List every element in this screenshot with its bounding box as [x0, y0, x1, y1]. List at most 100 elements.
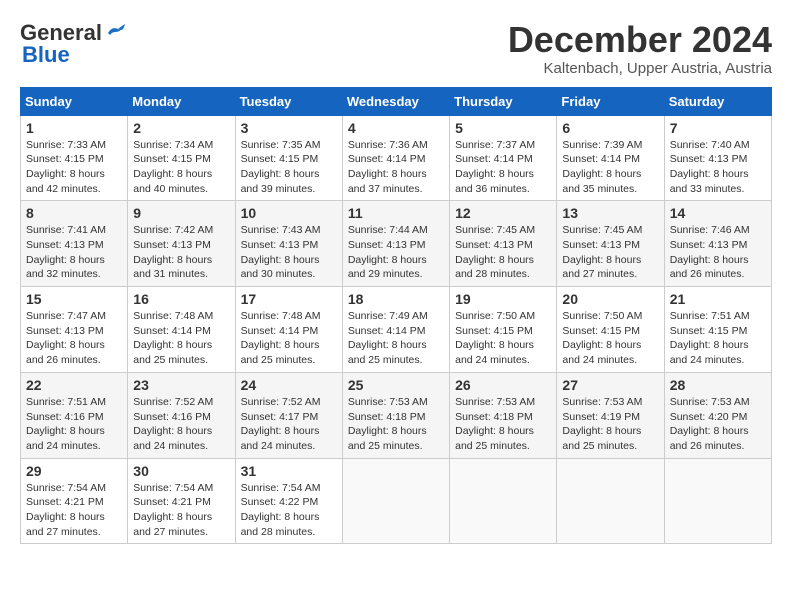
day-info: Sunrise: 7:53 AM Sunset: 4:18 PM Dayligh…	[348, 395, 444, 454]
calendar-cell: 18 Sunrise: 7:49 AM Sunset: 4:14 PM Dayl…	[342, 287, 449, 373]
day-info: Sunrise: 7:42 AM Sunset: 4:13 PM Dayligh…	[133, 223, 229, 282]
weekday-header-saturday: Saturday	[664, 87, 771, 115]
calendar-cell	[664, 458, 771, 544]
calendar-cell	[557, 458, 664, 544]
day-info: Sunrise: 7:54 AM Sunset: 4:22 PM Dayligh…	[241, 481, 337, 540]
day-number: 10	[241, 205, 337, 221]
day-number: 6	[562, 120, 658, 136]
calendar-table: SundayMondayTuesdayWednesdayThursdayFrid…	[20, 87, 772, 545]
weekday-header-thursday: Thursday	[450, 87, 557, 115]
day-number: 31	[241, 463, 337, 479]
day-number: 25	[348, 377, 444, 393]
calendar-cell: 5 Sunrise: 7:37 AM Sunset: 4:14 PM Dayli…	[450, 115, 557, 201]
week-row-5: 29 Sunrise: 7:54 AM Sunset: 4:21 PM Dayl…	[21, 458, 772, 544]
day-number: 16	[133, 291, 229, 307]
logo: General Blue	[20, 20, 126, 68]
day-info: Sunrise: 7:50 AM Sunset: 4:15 PM Dayligh…	[455, 309, 551, 368]
week-row-4: 22 Sunrise: 7:51 AM Sunset: 4:16 PM Dayl…	[21, 372, 772, 458]
page-header: General Blue December 2024 Kaltenbach, U…	[20, 20, 772, 77]
day-number: 5	[455, 120, 551, 136]
calendar-cell: 29 Sunrise: 7:54 AM Sunset: 4:21 PM Dayl…	[21, 458, 128, 544]
day-info: Sunrise: 7:54 AM Sunset: 4:21 PM Dayligh…	[26, 481, 122, 540]
day-info: Sunrise: 7:37 AM Sunset: 4:14 PM Dayligh…	[455, 138, 551, 197]
day-number: 7	[670, 120, 766, 136]
day-number: 28	[670, 377, 766, 393]
calendar-cell: 26 Sunrise: 7:53 AM Sunset: 4:18 PM Dayl…	[450, 372, 557, 458]
day-info: Sunrise: 7:48 AM Sunset: 4:14 PM Dayligh…	[241, 309, 337, 368]
logo-blue: Blue	[22, 42, 70, 68]
calendar-cell: 13 Sunrise: 7:45 AM Sunset: 4:13 PM Dayl…	[557, 201, 664, 287]
calendar-cell: 31 Sunrise: 7:54 AM Sunset: 4:22 PM Dayl…	[235, 458, 342, 544]
day-number: 27	[562, 377, 658, 393]
day-number: 19	[455, 291, 551, 307]
week-row-3: 15 Sunrise: 7:47 AM Sunset: 4:13 PM Dayl…	[21, 287, 772, 373]
day-number: 24	[241, 377, 337, 393]
day-number: 8	[26, 205, 122, 221]
calendar-cell: 9 Sunrise: 7:42 AM Sunset: 4:13 PM Dayli…	[128, 201, 235, 287]
calendar-cell: 25 Sunrise: 7:53 AM Sunset: 4:18 PM Dayl…	[342, 372, 449, 458]
day-number: 30	[133, 463, 229, 479]
day-number: 22	[26, 377, 122, 393]
calendar-cell: 22 Sunrise: 7:51 AM Sunset: 4:16 PM Dayl…	[21, 372, 128, 458]
week-row-1: 1 Sunrise: 7:33 AM Sunset: 4:15 PM Dayli…	[21, 115, 772, 201]
day-number: 13	[562, 205, 658, 221]
calendar-cell: 20 Sunrise: 7:50 AM Sunset: 4:15 PM Dayl…	[557, 287, 664, 373]
day-info: Sunrise: 7:45 AM Sunset: 4:13 PM Dayligh…	[455, 223, 551, 282]
month-title: December 2024	[508, 20, 772, 60]
day-number: 4	[348, 120, 444, 136]
weekday-header-monday: Monday	[128, 87, 235, 115]
day-number: 12	[455, 205, 551, 221]
day-number: 9	[133, 205, 229, 221]
day-number: 11	[348, 205, 444, 221]
calendar-cell: 8 Sunrise: 7:41 AM Sunset: 4:13 PM Dayli…	[21, 201, 128, 287]
day-info: Sunrise: 7:44 AM Sunset: 4:13 PM Dayligh…	[348, 223, 444, 282]
calendar-cell: 6 Sunrise: 7:39 AM Sunset: 4:14 PM Dayli…	[557, 115, 664, 201]
day-info: Sunrise: 7:34 AM Sunset: 4:15 PM Dayligh…	[133, 138, 229, 197]
day-info: Sunrise: 7:51 AM Sunset: 4:15 PM Dayligh…	[670, 309, 766, 368]
calendar-cell: 3 Sunrise: 7:35 AM Sunset: 4:15 PM Dayli…	[235, 115, 342, 201]
day-info: Sunrise: 7:53 AM Sunset: 4:20 PM Dayligh…	[670, 395, 766, 454]
weekday-header-wednesday: Wednesday	[342, 87, 449, 115]
day-info: Sunrise: 7:35 AM Sunset: 4:15 PM Dayligh…	[241, 138, 337, 197]
weekday-header-tuesday: Tuesday	[235, 87, 342, 115]
day-info: Sunrise: 7:40 AM Sunset: 4:13 PM Dayligh…	[670, 138, 766, 197]
calendar-cell	[450, 458, 557, 544]
day-info: Sunrise: 7:41 AM Sunset: 4:13 PM Dayligh…	[26, 223, 122, 282]
day-number: 26	[455, 377, 551, 393]
calendar-cell: 28 Sunrise: 7:53 AM Sunset: 4:20 PM Dayl…	[664, 372, 771, 458]
calendar-cell: 7 Sunrise: 7:40 AM Sunset: 4:13 PM Dayli…	[664, 115, 771, 201]
day-number: 1	[26, 120, 122, 136]
day-info: Sunrise: 7:48 AM Sunset: 4:14 PM Dayligh…	[133, 309, 229, 368]
day-number: 23	[133, 377, 229, 393]
day-info: Sunrise: 7:43 AM Sunset: 4:13 PM Dayligh…	[241, 223, 337, 282]
day-info: Sunrise: 7:50 AM Sunset: 4:15 PM Dayligh…	[562, 309, 658, 368]
day-info: Sunrise: 7:54 AM Sunset: 4:21 PM Dayligh…	[133, 481, 229, 540]
day-number: 20	[562, 291, 658, 307]
calendar-cell: 12 Sunrise: 7:45 AM Sunset: 4:13 PM Dayl…	[450, 201, 557, 287]
day-info: Sunrise: 7:53 AM Sunset: 4:18 PM Dayligh…	[455, 395, 551, 454]
day-number: 2	[133, 120, 229, 136]
day-info: Sunrise: 7:36 AM Sunset: 4:14 PM Dayligh…	[348, 138, 444, 197]
calendar-cell: 4 Sunrise: 7:36 AM Sunset: 4:14 PM Dayli…	[342, 115, 449, 201]
calendar-cell: 21 Sunrise: 7:51 AM Sunset: 4:15 PM Dayl…	[664, 287, 771, 373]
day-number: 21	[670, 291, 766, 307]
day-info: Sunrise: 7:52 AM Sunset: 4:17 PM Dayligh…	[241, 395, 337, 454]
day-number: 14	[670, 205, 766, 221]
day-info: Sunrise: 7:46 AM Sunset: 4:13 PM Dayligh…	[670, 223, 766, 282]
logo-bird-icon	[104, 24, 126, 42]
day-number: 29	[26, 463, 122, 479]
day-info: Sunrise: 7:53 AM Sunset: 4:19 PM Dayligh…	[562, 395, 658, 454]
calendar-cell: 14 Sunrise: 7:46 AM Sunset: 4:13 PM Dayl…	[664, 201, 771, 287]
calendar-cell: 11 Sunrise: 7:44 AM Sunset: 4:13 PM Dayl…	[342, 201, 449, 287]
calendar-cell: 23 Sunrise: 7:52 AM Sunset: 4:16 PM Dayl…	[128, 372, 235, 458]
calendar-cell: 17 Sunrise: 7:48 AM Sunset: 4:14 PM Dayl…	[235, 287, 342, 373]
week-row-2: 8 Sunrise: 7:41 AM Sunset: 4:13 PM Dayli…	[21, 201, 772, 287]
calendar-cell: 24 Sunrise: 7:52 AM Sunset: 4:17 PM Dayl…	[235, 372, 342, 458]
weekday-header-row: SundayMondayTuesdayWednesdayThursdayFrid…	[21, 87, 772, 115]
calendar-cell: 2 Sunrise: 7:34 AM Sunset: 4:15 PM Dayli…	[128, 115, 235, 201]
day-info: Sunrise: 7:39 AM Sunset: 4:14 PM Dayligh…	[562, 138, 658, 197]
calendar-cell: 16 Sunrise: 7:48 AM Sunset: 4:14 PM Dayl…	[128, 287, 235, 373]
calendar-cell: 1 Sunrise: 7:33 AM Sunset: 4:15 PM Dayli…	[21, 115, 128, 201]
weekday-header-friday: Friday	[557, 87, 664, 115]
day-info: Sunrise: 7:45 AM Sunset: 4:13 PM Dayligh…	[562, 223, 658, 282]
